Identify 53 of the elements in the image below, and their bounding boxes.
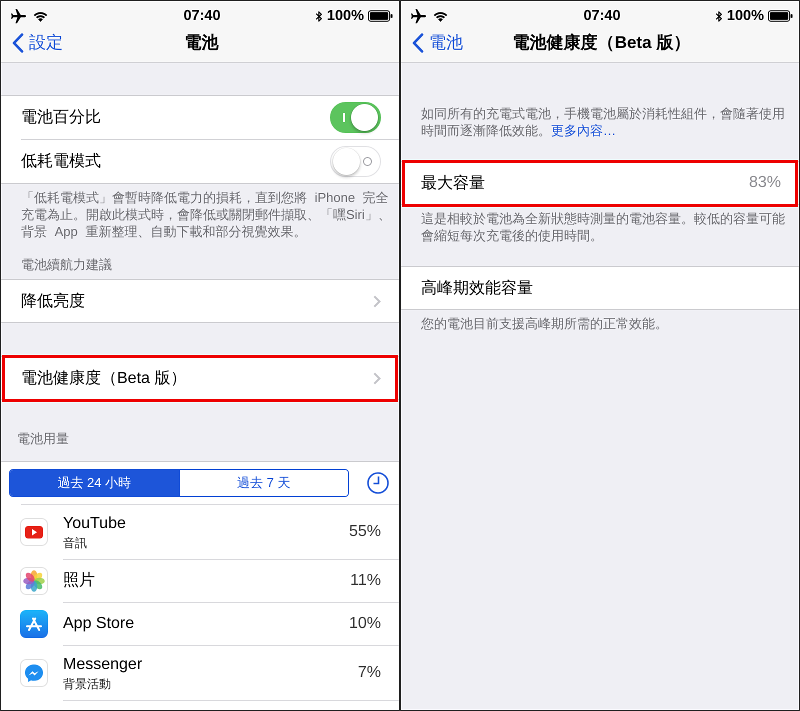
usage-percent: 55% [348,523,381,541]
usage-percent: 7% [358,664,381,682]
row-label: 低耗電模式 [21,152,101,172]
row-label: 電池百分比 [21,108,101,128]
list-row[interactable]: 降低亮度 [1,280,399,322]
app-name: Messenger [63,654,142,674]
battery-icon [368,10,393,22]
status-time: 07:40 [583,8,621,24]
status-time: 07:40 [183,8,221,24]
nav-title: 電池健康度（Beta 版） [512,32,690,54]
wifi-icon [33,10,48,22]
chevron-icon [373,294,381,308]
back-button[interactable]: 電池 [412,31,463,54]
row-value: 83% [748,174,781,192]
back-button[interactable]: 設定 [12,31,63,54]
a-shape-icon [20,610,48,638]
segment-tab[interactable]: 過去 7 天 [178,470,348,496]
footer-text: 如同所有的充電式電池，手機電池屬於消耗性組件，會隨著使用時間而逐漸降低效能。更多內容… [420,105,786,139]
ring-icon [363,157,372,166]
row-label: 最大容量 [421,174,485,194]
row-label: 高峰期效能容量 [421,278,533,298]
usage-percent: 11% [350,572,381,590]
chat-bubble-icon [20,659,48,687]
section-header: 電池用量 [16,430,70,448]
footer-text: 您的電池目前支援高峰期所需的正常效能。 [420,315,669,332]
usage-percent: 10% [348,615,381,633]
chevron-icon [373,372,381,384]
battery-percent: 100% [326,8,364,24]
segment-tab[interactable]: 過去 24 小時 [10,470,178,496]
app-detail: 音訊 [63,536,87,550]
app-detail: 背景活動 [63,676,111,692]
chevron-icon [412,32,424,52]
clock-icon[interactable] [367,472,389,494]
nav-title: 電池 [184,32,218,54]
bluetooth-icon [314,10,323,22]
app-name: App Store [63,614,134,634]
app-name: YouTube [63,514,126,534]
section-header: 電池續航力建議 [20,256,113,274]
flower-icon [20,567,48,595]
airplane-icon [411,8,426,24]
battery-percent: 100% [726,8,764,24]
footer-text: 「低耗電模式」會暫時降低電力的損耗，直到您將 iPhone 完全充電為止。開啟此模式時，會降低或關閉郵件擷取、「嘿Siri」、背景 App 重新整理、自動下載和部分視覺效果。 [20,189,392,240]
toggle-switch[interactable] [330,102,381,133]
bluetooth-icon [714,10,723,22]
airplane-icon [11,8,26,24]
more-link[interactable]: 更多內容… [551,123,616,138]
list-row[interactable]: 電池健康度（Beta 版） [1,357,399,399]
chevron-icon [12,32,24,52]
footer-text: 這是相較於電池為全新狀態時測量的電池容量。較低的容量可能會縮短每次充電後的使用時間。 [420,210,786,244]
battery-icon [768,10,793,22]
video-play-icon [20,518,48,546]
wifi-icon [433,10,448,22]
app-name: 照片 [63,571,95,591]
